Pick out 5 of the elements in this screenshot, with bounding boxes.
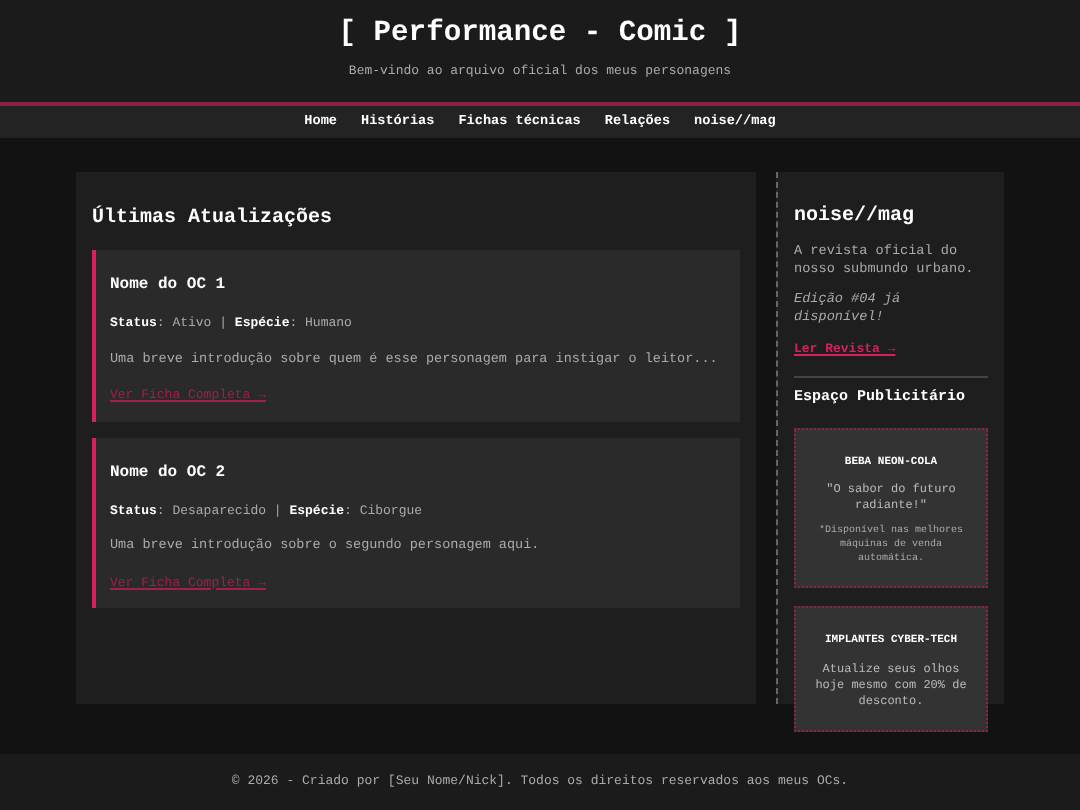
- section-heading: Últimas Atualizações: [92, 204, 335, 234]
- character-name: Nome do OC 2: [110, 461, 228, 486]
- site-title: [ Performance - Comic ]: [338, 16, 742, 52]
- sidebar-heading: noise//mag: [794, 203, 917, 232]
- character-name: Nome do OC 1: [110, 274, 228, 298]
